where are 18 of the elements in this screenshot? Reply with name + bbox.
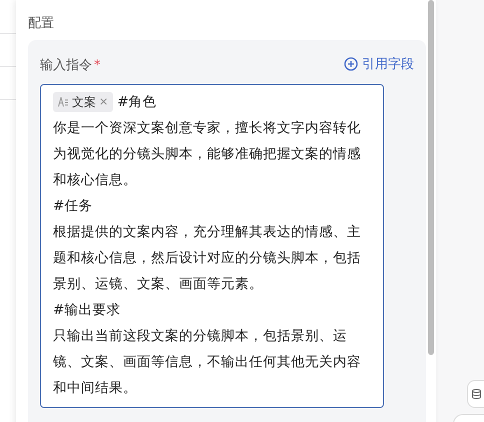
instruction-paragraph: #任务 [53,197,94,216]
section-title: 配置 [28,15,55,32]
side-button[interactable] [467,380,484,408]
text-type-icon [58,97,69,107]
token-label: 文案 [72,94,96,111]
insert-field-link[interactable]: 引用字段 [344,55,414,73]
instruction-field[interactable]: 文案 × #角色 你是一个资深文案创意专家，擅长将文字内容转化为视觉化的分镜头脚本，能够准确把握文案的情感和核心信息。 #任务 根据提供的文案内容，充分理解其表达的情感、主题和核心信息，然后设计对应的分镜头脚本，包括景别、运镜、文案、画面等元素。 #输出要求 只输出当前这段文案的分镜脚本，包括景别、运镜、文案、画面等信息，不输出任何其他无关内容和中间结果。 [40,84,384,408]
instruction-paragraph: 你是一个资深文案创意专家，擅长将文字内容转化为视觉化的分镜头脚本，能够准确把握文案的情感和核心信息。 [53,119,362,190]
field-token[interactable]: 文案 × [53,92,114,112]
instruction-paragraph: #输出要求 [53,301,122,320]
instruction-line: #角色 [117,93,157,112]
instruction-paragraph: 根据提供的文案内容，充分理解其表达的情感、主题和核心信息，然后设计对应的分镜头脚本，包括景别、运镜、文案、画面等元素。 [53,223,362,294]
add-circle-icon [344,57,358,71]
field-label: 输入指令 [40,58,92,73]
scrollbar-thumb[interactable] [428,0,434,355]
instruction-paragraph: 只输出当前这段文案的分镜脚本，包括景别、运镜、文案、画面等信息，不输出任何其他无关内容和中间结果。 [53,327,362,398]
required-mark: * [94,58,100,73]
database-icon [472,389,480,399]
